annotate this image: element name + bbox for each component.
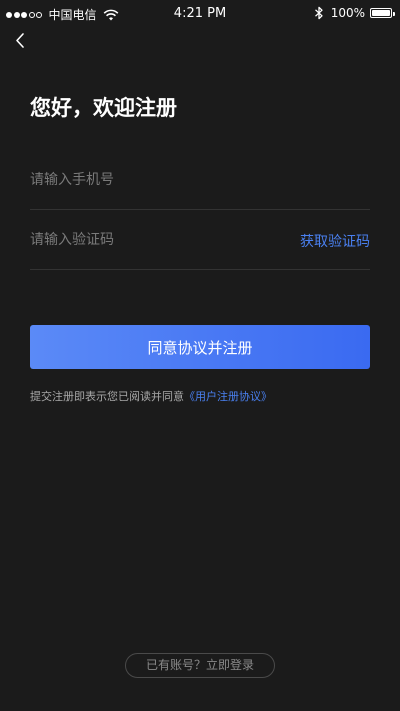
battery-percentage: 100% <box>330 6 365 20</box>
bluetooth-icon <box>314 6 324 20</box>
battery-icon <box>370 8 395 18</box>
agreement-text: 提交注册即表示您已阅读并同意 <box>30 390 184 403</box>
status-right: 100% <box>314 6 395 20</box>
battery-tip <box>393 11 395 16</box>
back-button[interactable] <box>10 28 34 54</box>
verification-code-input[interactable] <box>30 226 270 254</box>
battery-fill <box>372 10 390 16</box>
agreement-notice: 提交注册即表示您已阅读并同意《用户注册协议》 <box>30 388 272 404</box>
phone-field-row <box>30 150 370 210</box>
agree-and-register-button[interactable]: 同意协议并注册 <box>30 325 370 369</box>
code-field-row: 获取验证码 <box>30 210 370 270</box>
get-code-button[interactable]: 获取验证码 <box>300 231 370 251</box>
status-bar: 中国电信 4:21 PM 100% <box>0 0 400 28</box>
page-title: 您好，欢迎注册 <box>30 96 177 120</box>
phone-input[interactable] <box>30 166 270 194</box>
login-button[interactable]: 已有账号？立即登录 <box>125 653 275 678</box>
register-screen: 中国电信 4:21 PM 100% 您好，欢迎注册 请输入手机号 请输入验证码 … <box>0 0 400 711</box>
user-agreement-link[interactable]: 《用户注册协议》 <box>184 390 272 403</box>
chevron-left-icon <box>16 33 24 48</box>
